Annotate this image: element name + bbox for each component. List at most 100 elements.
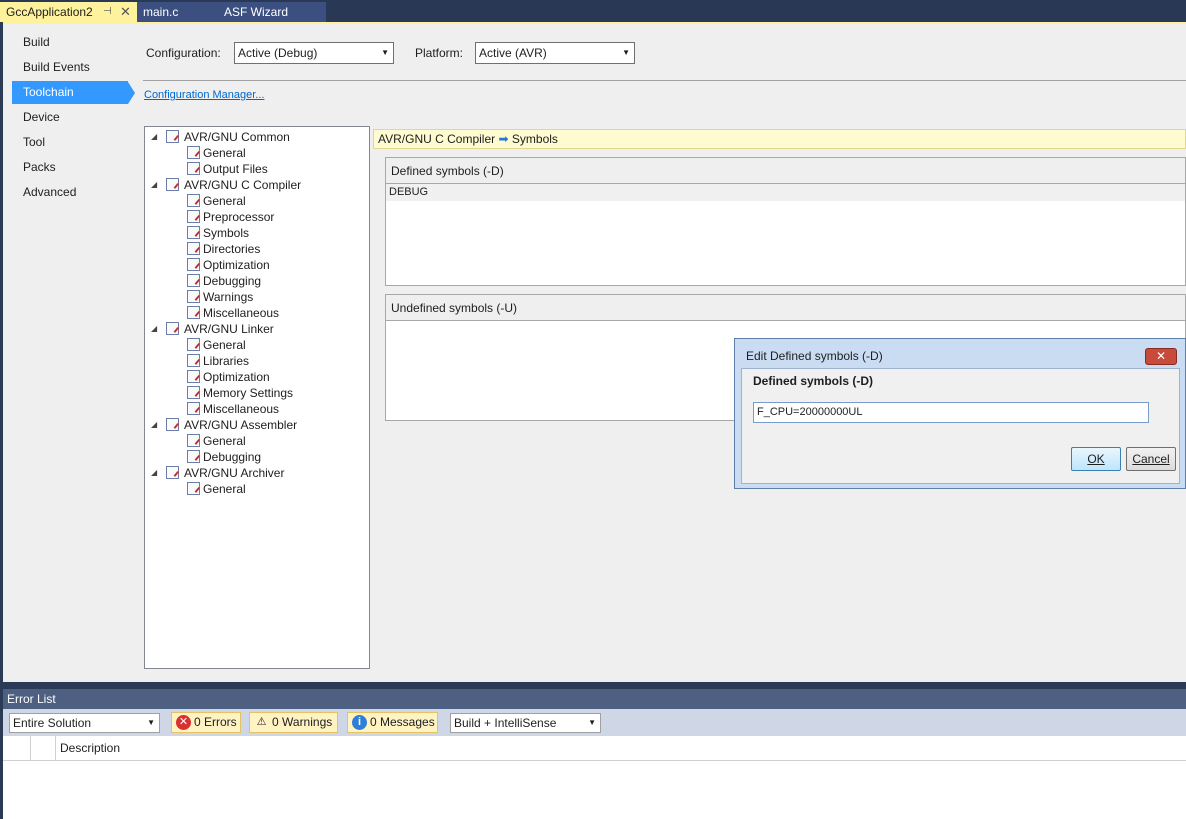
tree-node-label: Optimization [203,258,270,272]
collapse-icon[interactable]: ◢ [151,465,157,481]
tree-node-label: AVR/GNU Assembler [184,418,298,432]
tab-label: ASF Wizard [224,5,289,19]
pin-icon[interactable]: ⊣ [103,2,112,22]
tree-node-label: General [203,146,246,160]
sidebar-item-build[interactable]: Build [12,31,128,54]
column-divider[interactable] [30,736,31,761]
defined-symbols-header: Defined symbols (-D) [386,158,1185,184]
separator [143,80,1186,81]
property-page-icon [187,482,200,495]
property-page-icon [166,322,179,335]
property-page-icon [187,386,200,399]
tree-node-label: Optimization [203,370,270,384]
property-page-icon [187,274,200,287]
property-page-icon [166,130,179,143]
tree-node-label: Debugging [203,274,262,288]
errors-count: 0 Errors [194,715,237,729]
property-page-icon [187,194,200,207]
property-page-icon [166,418,179,431]
error-list-header: Description [3,736,1186,761]
sidebar-item-advanced[interactable]: Advanced [12,181,128,204]
tree-node-label: General [203,338,246,352]
property-page-icon [187,370,200,383]
tree-node-label: AVR/GNU C Compiler [184,178,302,192]
tree-node-label: Memory Settings [203,386,294,400]
tab-label: GccApplication2 [6,5,93,19]
tree-node-label: Miscellaneous [203,402,280,416]
errors-filter-button[interactable]: ✕ 0 Errors [171,712,241,733]
property-page-icon [187,434,200,447]
defined-symbol-row[interactable]: DEBUG [386,184,1185,201]
property-page-icon [187,354,200,367]
dialog-close-button[interactable]: ✕ [1145,348,1177,365]
collapse-icon[interactable]: ◢ [151,177,157,193]
column-header-description[interactable]: Description [60,741,120,755]
error-list-toolbar: Entire Solution ▼ ✕ 0 Errors ⚠ 0 Warning… [3,709,1186,736]
document-tabstrip: GccApplication2 ⊣ ✕ main.c ASF Wizard [0,0,1186,22]
tree-node-label: General [203,434,246,448]
tab-gccapplication2[interactable]: GccApplication2 ⊣ ✕ [0,2,137,22]
tree-node-label: General [203,482,246,496]
symbol-input[interactable]: F_CPU=20000000UL [753,402,1149,423]
property-page-icon [187,402,200,415]
breadcrumb-current: Symbols [511,132,558,146]
tree-node-label: AVR/GNU Linker [184,322,274,336]
messages-filter-button[interactable]: i 0 Messages [347,712,438,733]
configuration-manager-link[interactable]: Configuration Manager... [144,89,264,101]
property-page-icon [187,338,200,351]
property-page-icon [187,290,200,303]
sidebar-item-device[interactable]: Device [12,106,128,129]
tab-label: main.c [143,5,179,19]
collapse-icon[interactable]: ◢ [151,417,157,433]
breadcrumb: AVR/GNU C Compiler ➡ Symbols [373,129,1186,149]
warnings-filter-button[interactable]: ⚠ 0 Warnings [249,712,338,733]
platform-value: Active (AVR) [479,46,547,60]
sidebar-item-build-events[interactable]: Build Events [12,56,128,79]
chevron-down-icon: ▼ [588,718,596,727]
tree-node-label: Symbols [203,226,250,240]
messages-count: 0 Messages [370,715,435,729]
tree-node-label: General [203,194,246,208]
scope-select[interactable]: Entire Solution ▼ [9,713,160,733]
symbol-field-label: Defined symbols (-D) [753,374,874,388]
ok-button[interactable]: OK [1071,447,1121,471]
chevron-down-icon: ▼ [381,48,389,57]
edit-defined-symbols-dialog: Edit Defined symbols (-D) ✕ Defined symb… [734,338,1186,489]
tree-node-label: Directories [203,242,261,256]
property-page-icon [166,466,179,479]
sidebar-item-toolchain[interactable]: Toolchain [12,81,128,104]
close-icon[interactable]: ✕ [120,2,131,22]
platform-select[interactable]: Active (AVR) ▼ [475,42,635,64]
property-page-icon [187,226,200,239]
toolchain-tree: ◢ AVR/GNU Common General Output Files ◢ AV… [144,126,370,669]
tab-main-c[interactable]: main.c [137,2,217,22]
error-list-window: Error List Entire Solution ▼ ✕ 0 Errors … [3,689,1186,819]
tree-node-label: Warnings [203,290,254,304]
tree-node-label: Debugging [203,450,262,464]
tree-node-label: Libraries [203,354,250,368]
collapse-icon[interactable]: ◢ [151,129,157,145]
breadcrumb-parent: AVR/GNU C Compiler [378,132,496,146]
chevron-down-icon: ▼ [622,48,630,57]
sidebar-item-tool[interactable]: Tool [12,131,128,154]
splitter[interactable] [3,682,1186,689]
dialog-body: Defined symbols (-D) F_CPU=20000000UL OK… [741,368,1180,484]
collapse-icon[interactable]: ◢ [151,321,157,337]
tab-asf-wizard[interactable]: ASF Wizard [217,2,326,22]
selection-arrow-icon [128,82,135,104]
column-divider[interactable] [55,736,56,761]
build-filter-select[interactable]: Build + IntelliSense ▼ [450,713,601,733]
dialog-title: Edit Defined symbols (-D) [746,349,883,363]
configuration-label: Configuration: [146,46,221,60]
tree-node-label: Miscellaneous [203,306,280,320]
warnings-count: 0 Warnings [272,715,333,729]
sidebar-item-packs[interactable]: Packs [12,156,128,179]
property-page-icon [187,210,200,223]
configuration-select[interactable]: Active (Debug) ▼ [234,42,394,64]
property-page-icon [187,162,200,175]
tree-node-label: AVR/GNU Archiver [184,466,285,480]
property-page-icon [187,242,200,255]
configuration-value: Active (Debug) [238,46,318,60]
cancel-button[interactable]: Cancel [1126,447,1176,471]
warning-icon: ⚠ [256,716,267,728]
